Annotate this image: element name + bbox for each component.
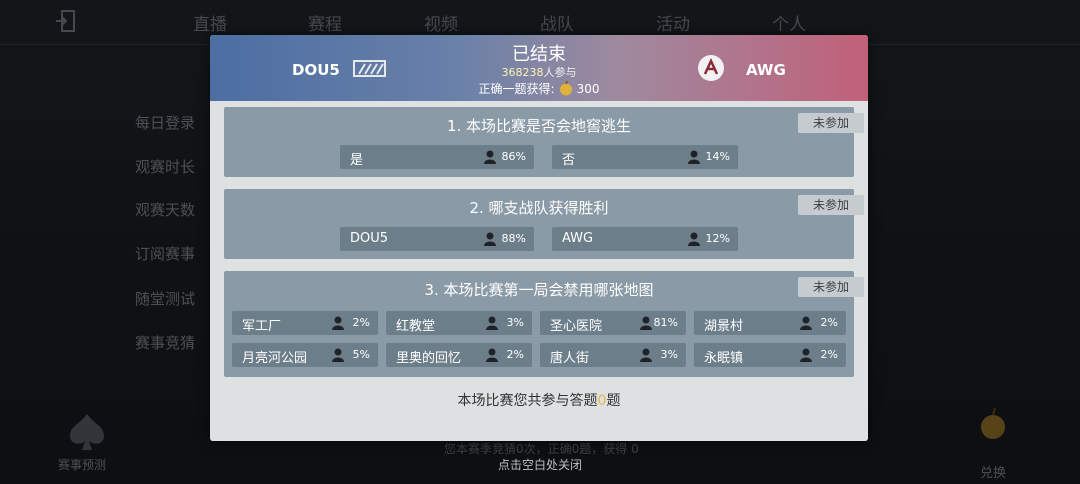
- not-joined-badge: 未参加: [798, 195, 864, 215]
- option-button[interactable]: 红教堂 3%: [386, 311, 532, 335]
- option-button[interactable]: 是 86%: [340, 145, 534, 169]
- person-icon: [800, 316, 812, 330]
- option-percent: 2%: [506, 348, 524, 361]
- option-button[interactable]: 唐人街 3%: [540, 343, 686, 367]
- option-label: 否: [562, 153, 576, 168]
- option-label: 永眠镇: [704, 351, 744, 366]
- close-hint: 点击空白处关闭: [497, 458, 582, 472]
- option-percent: 12%: [705, 232, 730, 245]
- person-icon: [484, 232, 496, 246]
- question-title: 3. 本场比赛第一局会禁用哪张地图: [424, 281, 654, 299]
- person-icon: [486, 348, 498, 362]
- option-percent: 86%: [501, 150, 526, 163]
- option-button[interactable]: 湖景村 2%: [694, 311, 846, 335]
- option-percent: 5%: [352, 348, 370, 361]
- team-right-name: AWG: [746, 61, 786, 79]
- option-label: 是: [350, 153, 364, 168]
- option-label: 唐人街: [550, 351, 590, 366]
- question-title: 1. 本场比赛是否会地窖逃生: [446, 117, 632, 135]
- option-button[interactable]: 里奥的回忆 2%: [386, 343, 532, 367]
- option-label: 湖景村: [704, 319, 744, 334]
- option-percent: 2%: [352, 316, 370, 329]
- option-button[interactable]: 军工厂 2%: [232, 311, 378, 335]
- option-label: 月亮河公园: [242, 351, 308, 366]
- option-percent: 81%: [653, 316, 678, 329]
- option-button[interactable]: 月亮河公园 5%: [232, 343, 378, 367]
- modal-header: DOU5 已结束 368238人参与 正确一题获得: 300 AWG: [210, 35, 868, 101]
- option-percent: 2%: [820, 348, 838, 361]
- golden-apple-icon: [559, 80, 572, 96]
- option-percent: 3%: [506, 316, 524, 329]
- person-icon: [640, 348, 652, 362]
- option-percent: 2%: [820, 316, 838, 329]
- not-joined-badge: 未参加: [798, 277, 864, 297]
- question-title: 2. 哪支战队获得胜利: [469, 199, 609, 217]
- option-label: 里奥的回忆: [396, 351, 462, 366]
- question-card: 1. 本场比赛是否会地窖逃生 未参加 是 86% 否 14%: [224, 107, 864, 177]
- option-button[interactable]: DOU5 88%: [340, 227, 534, 251]
- not-joined-badge: 未参加: [798, 113, 864, 133]
- question-card: 3. 本场比赛第一局会禁用哪张地图 未参加 军工厂 2% 红教堂 3% 圣心医院…: [224, 271, 864, 377]
- option-button[interactable]: 圣心医院 81%: [540, 311, 686, 335]
- person-icon: [332, 348, 344, 362]
- option-button[interactable]: 永眠镇 2%: [694, 343, 846, 367]
- reward-info: 正确一题获得: 300: [478, 80, 600, 96]
- option-label: 圣心医院: [550, 319, 603, 334]
- person-icon: [486, 316, 498, 330]
- option-label: 军工厂: [242, 319, 282, 334]
- person-icon: [332, 316, 344, 330]
- option-percent: 3%: [660, 348, 678, 361]
- team-right-logo-icon: [698, 55, 724, 81]
- question-card: 2. 哪支战队获得胜利 未参加 DOU5 88% AWG 12%: [224, 189, 864, 259]
- person-icon: [688, 232, 700, 246]
- match-prediction-modal: DOU5 已结束 368238人参与 正确一题获得: 300 AWG 1. 本场比…: [210, 35, 868, 441]
- option-percent: 88%: [501, 232, 526, 245]
- person-icon: [800, 348, 812, 362]
- option-percent: 14%: [705, 150, 730, 163]
- option-label: 红教堂: [396, 319, 436, 334]
- answered-count-text: 本场比赛您共参与答题0题: [457, 393, 621, 409]
- option-label: DOU5: [350, 231, 389, 246]
- option-button[interactable]: 否 14%: [552, 145, 738, 169]
- option-label: AWG: [562, 231, 594, 246]
- option-button[interactable]: AWG 12%: [552, 227, 738, 251]
- person-icon: [688, 150, 700, 164]
- person-icon: [484, 150, 496, 164]
- person-icon: [640, 316, 652, 330]
